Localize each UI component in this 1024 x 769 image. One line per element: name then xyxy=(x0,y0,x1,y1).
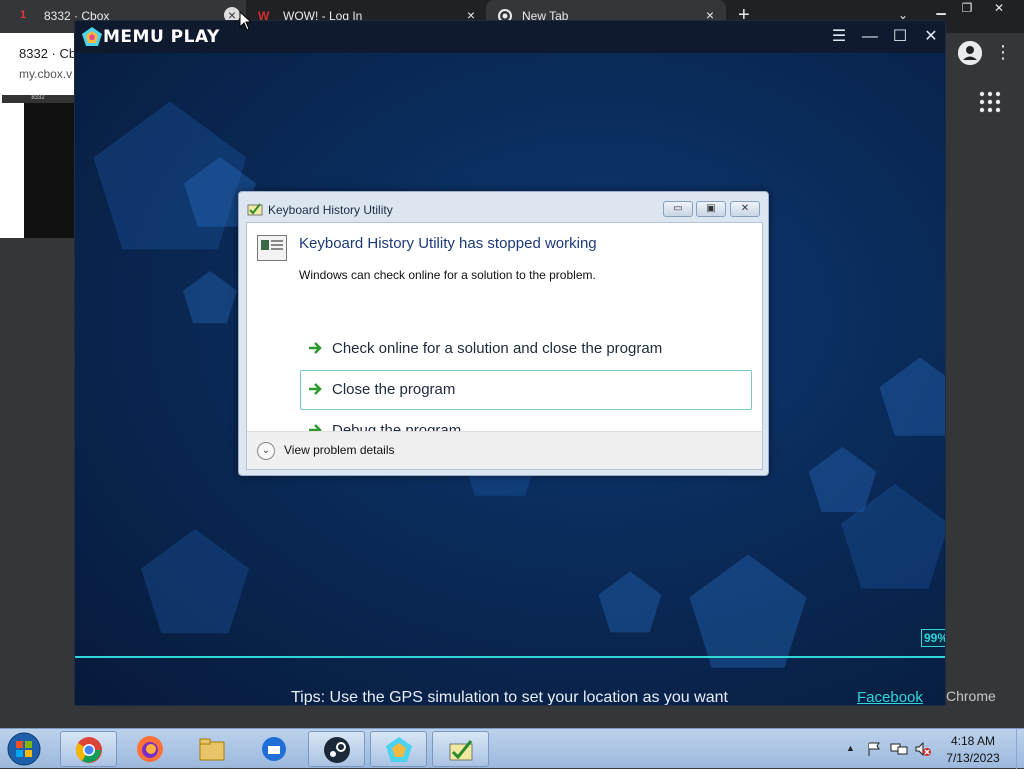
dialog-close-icon[interactable]: ✕ xyxy=(730,201,760,217)
clock-time[interactable]: 4:18 AM xyxy=(930,734,1016,748)
dialog-minimize-icon[interactable]: ▭ xyxy=(663,201,693,217)
memu-logo-icon xyxy=(82,27,102,46)
action-center-flag-icon[interactable] xyxy=(866,741,882,757)
thunderbird-icon xyxy=(262,737,286,761)
error-dialog: Keyboard History Utility ▭ ▣ ✕ Keyboard … xyxy=(238,191,769,476)
show-hidden-icons-icon[interactable]: ▲ xyxy=(846,743,856,753)
memu-titlebar[interactable]: MEMU PLAY ☰ — ☐ ✕ xyxy=(75,21,945,53)
preview-content xyxy=(24,103,74,238)
option-label: Check online for a solution and close th… xyxy=(332,340,663,357)
taskbar-chrome[interactable] xyxy=(60,731,117,767)
taskbar-keyboard-history[interactable] xyxy=(432,731,489,767)
program-window-icon xyxy=(257,235,287,261)
folder-icon xyxy=(199,738,225,761)
chrome-menu-icon[interactable]: ⋮ xyxy=(994,42,1012,62)
preview-header: 8332 xyxy=(2,95,74,103)
firefox-icon xyxy=(137,736,163,762)
decor-pentagon xyxy=(841,484,945,589)
hover-card-url: my.cbox.v xyxy=(19,67,73,81)
memu-title: MEMU PLAY xyxy=(103,27,220,47)
close-window-icon[interactable]: ✕ xyxy=(984,0,1014,18)
memu-menu-icon[interactable]: ☰ xyxy=(829,27,849,47)
facebook-link[interactable]: Facebook xyxy=(857,689,923,705)
decor-pentagon xyxy=(598,571,662,633)
chrome-shortcut-label[interactable]: Chrome xyxy=(946,688,996,704)
taskbar-steam[interactable] xyxy=(308,731,365,767)
decor-pentagon xyxy=(183,271,237,324)
check-online-option[interactable]: Check online for a solution and close th… xyxy=(300,329,752,369)
dialog-body: Keyboard History Utility has stopped wor… xyxy=(246,222,763,470)
taskbar-firefox[interactable] xyxy=(122,731,179,767)
restore-icon[interactable]: ❐ xyxy=(952,0,982,18)
taskbar-memu[interactable] xyxy=(370,731,427,767)
chrome-icon xyxy=(75,737,102,763)
keyboard-history-icon xyxy=(449,740,473,761)
green-arrow-icon xyxy=(309,342,322,354)
loading-progress-value: 99% xyxy=(921,629,945,647)
memu-close-icon[interactable]: ✕ xyxy=(921,27,941,47)
dialog-subtext: Windows can check online for a solution … xyxy=(299,268,596,282)
loading-progress-bar xyxy=(75,656,945,658)
hover-card-preview: 8332 xyxy=(0,95,74,238)
hover-card-title: 8332 · Cb xyxy=(19,46,77,61)
view-details-link[interactable]: View problem details xyxy=(284,443,395,457)
decor-pentagon xyxy=(689,554,807,668)
steam-icon xyxy=(324,737,350,763)
start-button-icon[interactable] xyxy=(4,731,44,767)
taskbar: ▲ 4:18 AM 7/13/2023 xyxy=(0,728,1024,769)
option-label: Close the program xyxy=(332,381,456,398)
dialog-footer: ⌄ View problem details xyxy=(247,431,762,469)
decor-pentagon xyxy=(879,357,945,436)
mouse-cursor-icon xyxy=(239,11,251,31)
network-icon[interactable] xyxy=(890,741,908,757)
google-apps-icon[interactable] xyxy=(978,90,1002,114)
tips-text: Tips: Use the GPS simulation to set your… xyxy=(291,689,728,706)
decor-pentagon xyxy=(141,529,249,634)
taskbar-thunderbird[interactable] xyxy=(246,731,303,767)
clock-date[interactable]: 7/13/2023 xyxy=(930,751,1016,765)
memu-minimize-icon[interactable]: — xyxy=(860,27,880,47)
dialog-titlebar[interactable]: Keyboard History Utility ▭ ▣ ✕ xyxy=(239,192,768,220)
dialog-heading: Keyboard History Utility has stopped wor… xyxy=(299,235,597,252)
close-program-option[interactable]: Close the program xyxy=(300,370,752,410)
dialog-maximize-icon[interactable]: ▣ xyxy=(696,201,726,217)
app-icon xyxy=(247,203,263,216)
green-arrow-icon xyxy=(309,383,322,395)
tab-badge: 1 xyxy=(20,9,27,21)
memu-icon xyxy=(386,737,412,762)
taskbar-explorer[interactable] xyxy=(184,731,241,767)
show-desktop-button[interactable] xyxy=(1016,729,1024,769)
dialog-title: Keyboard History Utility xyxy=(268,203,393,217)
profile-avatar-icon[interactable] xyxy=(958,41,982,65)
memu-maximize-icon[interactable]: ☐ xyxy=(890,27,910,47)
chevron-down-icon[interactable]: ⌄ xyxy=(257,442,275,460)
